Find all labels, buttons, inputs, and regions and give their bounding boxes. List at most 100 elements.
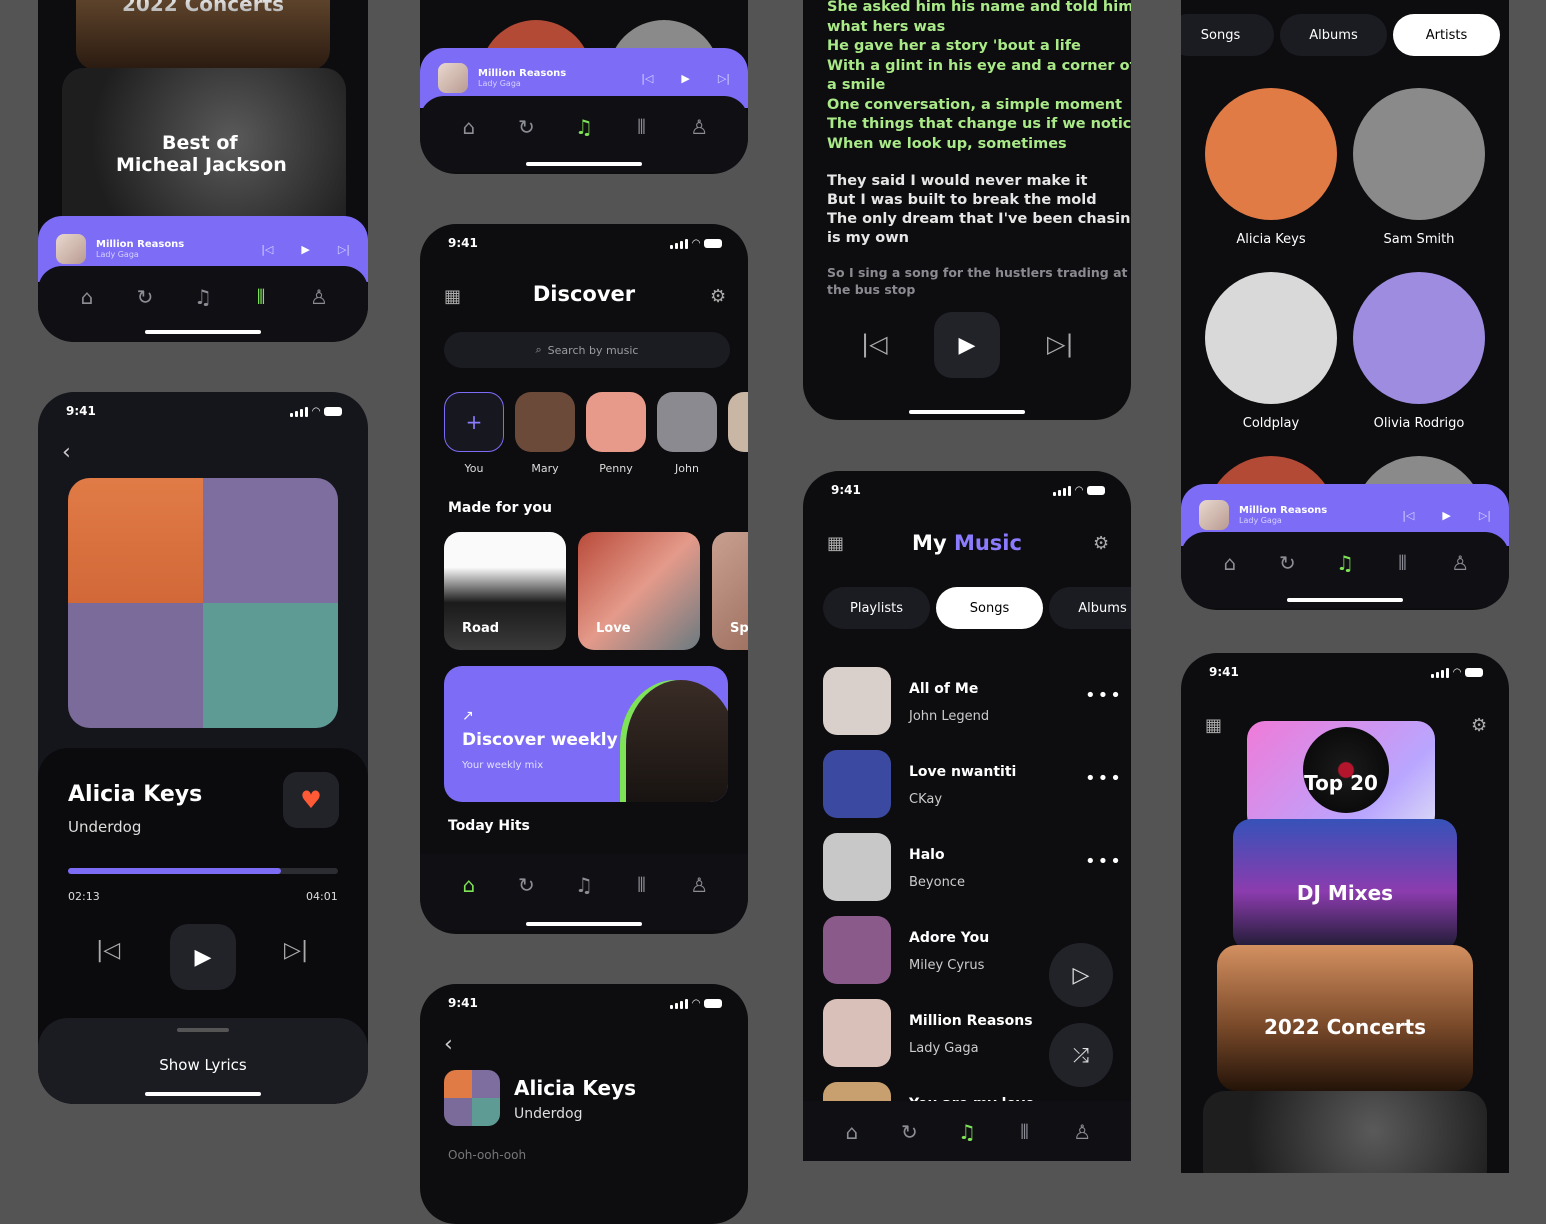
card-next-peek[interactable] — [1203, 1091, 1487, 1173]
tab-albums[interactable]: Albums — [1049, 587, 1131, 629]
next-icon[interactable]: ▷| — [284, 938, 308, 963]
more-options-icon[interactable]: ••• — [1085, 685, 1123, 706]
playlist-card[interactable]: Love — [578, 532, 700, 650]
home-icon[interactable]: ⌂ — [832, 1120, 872, 1144]
song-title[interactable]: Halo — [909, 847, 945, 863]
back-chevron-icon[interactable]: ‹ — [444, 1032, 453, 1057]
prev-icon[interactable]: |◁ — [96, 938, 120, 963]
music-note-icon[interactable]: ♫ — [947, 1120, 987, 1144]
sheet-handle — [177, 1028, 229, 1032]
tab-albums[interactable]: Albums — [1280, 14, 1387, 56]
library-icon[interactable]: ⦀ — [241, 285, 281, 309]
artist-avatar[interactable] — [1205, 272, 1337, 404]
music-note-icon[interactable]: ♫ — [564, 873, 604, 897]
page-title-a: My — [912, 531, 947, 555]
song-title[interactable]: Million Reasons — [909, 1013, 1033, 1029]
profile-icon[interactable]: ♙ — [679, 873, 719, 897]
card-dj-mixes[interactable]: DJ Mixes — [1233, 819, 1457, 951]
artist-avatar[interactable] — [1353, 88, 1485, 220]
radio-icon[interactable]: ↻ — [506, 115, 546, 139]
weekly-title: Discover weekly — [462, 730, 618, 750]
shuffle-button[interactable]: ⤮ — [1049, 1023, 1113, 1087]
friend-name: Mary — [531, 462, 559, 475]
artist-avatar[interactable] — [1353, 272, 1485, 404]
friend-avatar[interactable] — [728, 392, 748, 452]
radio-icon[interactable]: ↻ — [506, 873, 546, 897]
play-icon[interactable]: ▶ — [301, 243, 309, 256]
radio-icon[interactable]: ↻ — [1267, 551, 1307, 575]
album-art-grid — [68, 478, 338, 728]
music-note-icon[interactable]: ♫ — [183, 285, 223, 309]
home-icon[interactable]: ⌂ — [1210, 551, 1250, 575]
settings-icon[interactable]: ⚙ — [710, 286, 726, 307]
radio-icon[interactable]: ↻ — [889, 1120, 929, 1144]
play-icon: ▶ — [194, 944, 212, 970]
search-input[interactable]: ⌕ Search by music — [444, 332, 730, 368]
settings-icon[interactable]: ⚙ — [1471, 715, 1487, 736]
more-options-icon[interactable]: ••• — [1085, 768, 1123, 789]
add-friend-button[interactable]: + — [444, 392, 504, 452]
tab-playlists[interactable]: Playlists — [823, 587, 930, 629]
weekly-artist-photo — [626, 680, 728, 802]
concerts-banner[interactable]: 2022 Concerts — [76, 0, 330, 70]
grid-menu-icon[interactable]: ▦ — [1205, 715, 1222, 736]
card-top-20[interactable]: Top 20 — [1247, 721, 1435, 833]
play-icon[interactable]: ▶ — [1442, 509, 1450, 522]
artist-avatar[interactable] — [1205, 88, 1337, 220]
profile-icon[interactable]: ♙ — [679, 115, 719, 139]
like-button[interactable]: ♥ — [283, 772, 339, 828]
home-icon[interactable]: ⌂ — [449, 115, 489, 139]
bottom-nav: ⌂ ↻ ♫ ⦀ ♙ — [803, 1101, 1131, 1161]
screen-discover: 9:41 ◠ ▦ Discover ⚙ ⌕ Search by music + Yo… — [420, 224, 748, 934]
friend-avatar[interactable] — [657, 392, 717, 452]
play-button[interactable]: ▶ — [170, 924, 236, 990]
play-all-button[interactable]: ▷ — [1049, 943, 1113, 1007]
library-icon[interactable]: ⦀ — [1383, 551, 1423, 575]
friend-avatar[interactable] — [515, 392, 575, 452]
song-title[interactable]: Adore You — [909, 930, 989, 946]
settings-icon[interactable]: ⚙ — [1093, 533, 1109, 554]
tab-artists[interactable]: Artists — [1393, 14, 1500, 56]
next-icon[interactable]: ▷| — [1479, 509, 1491, 522]
song-title[interactable]: All of Me — [909, 681, 978, 697]
library-icon[interactable]: ⦀ — [622, 873, 662, 897]
progress-track[interactable] — [68, 868, 338, 874]
tab-songs[interactable]: Songs — [936, 587, 1043, 629]
playlist-card[interactable]: Road — [444, 532, 566, 650]
prev-icon[interactable]: |◁ — [861, 330, 888, 358]
wifi-icon: ◠ — [1075, 485, 1083, 496]
next-icon[interactable]: ▷| — [338, 243, 350, 256]
home-icon[interactable]: ⌂ — [449, 873, 489, 897]
signal-icon — [290, 406, 309, 417]
music-note-icon[interactable]: ♫ — [1325, 551, 1365, 575]
prev-icon[interactable]: |◁ — [261, 243, 273, 256]
prev-icon[interactable]: |◁ — [1402, 509, 1414, 522]
library-icon[interactable]: ⦀ — [1005, 1120, 1045, 1144]
play-icon: ▶ — [958, 332, 976, 358]
play-button[interactable]: ▶ — [934, 312, 1000, 378]
tab-songs[interactable]: Songs — [1181, 14, 1274, 56]
profile-icon[interactable]: ♙ — [1440, 551, 1480, 575]
music-note-icon[interactable]: ♫ — [564, 115, 604, 139]
lyrics-sheet[interactable]: Show Lyrics — [38, 1018, 368, 1104]
playlist-card[interactable]: Sp — [712, 532, 748, 650]
profile-icon[interactable]: ♙ — [299, 285, 339, 309]
play-icon[interactable]: ▶ — [681, 72, 689, 85]
library-icon[interactable]: ⦀ — [622, 115, 662, 139]
more-options-icon[interactable]: ••• — [1085, 851, 1123, 872]
next-icon[interactable]: ▷| — [718, 72, 730, 85]
profile-icon[interactable]: ♙ — [1062, 1120, 1102, 1144]
discover-weekly-card[interactable]: ↗ Discover weekly Your weekly mix — [444, 666, 728, 802]
card-2022-concerts-label: 2022 Concerts — [1263, 1015, 1427, 1039]
home-icon[interactable]: ⌂ — [67, 285, 107, 309]
mini-player-title: Million Reasons — [96, 239, 185, 250]
radio-icon[interactable]: ↻ — [125, 285, 165, 309]
next-icon[interactable]: ▷| — [1047, 330, 1074, 358]
back-chevron-icon[interactable]: ‹ — [62, 440, 71, 465]
card-2022-concerts[interactable]: 2022 Concerts — [1217, 945, 1473, 1091]
lyric-line-active: One conversation, a simple moment — [827, 96, 1123, 113]
friend-avatar[interactable] — [586, 392, 646, 452]
screen-my-music: 9:41 ◠ ▦ My Music ⚙ Playlists Songs Albums… — [803, 471, 1131, 1161]
song-title[interactable]: Love nwantiti — [909, 764, 1016, 780]
prev-icon[interactable]: |◁ — [641, 72, 653, 85]
